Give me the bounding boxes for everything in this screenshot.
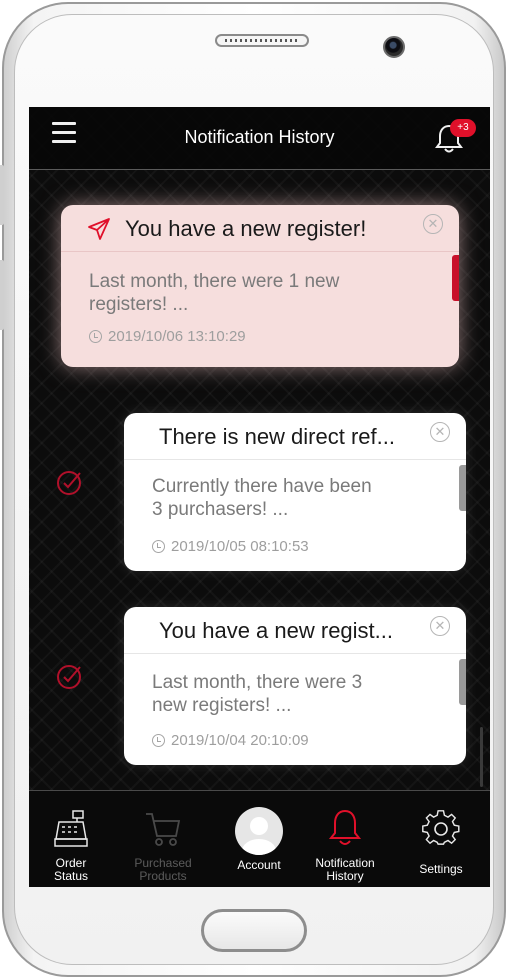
- volume-down-button: [0, 260, 4, 330]
- nav-label: Notification History: [315, 856, 375, 883]
- card-header: There is new direct ref... ✕: [124, 413, 466, 460]
- close-icon[interactable]: ✕: [423, 214, 443, 234]
- app-screen: Notification History +3 You have a new r…: [29, 107, 490, 887]
- nav-account[interactable]: Account: [219, 791, 299, 887]
- notification-body: Currently there have been 3 purchasers! …: [152, 476, 372, 520]
- card-side-tab: [452, 255, 459, 301]
- nav-label: Order Status: [53, 856, 89, 883]
- nav-settings[interactable]: Settings: [401, 791, 481, 887]
- page-title: Notification History: [184, 127, 335, 147]
- bottom-nav: Order Status Purchased Products Account: [29, 790, 490, 887]
- read-check-icon: [55, 467, 85, 497]
- notification-card[interactable]: You have a new regist... ✕ Last month, t…: [124, 607, 466, 765]
- nav-label: Purchased Products: [134, 856, 192, 883]
- notification-title: You have a new register!: [125, 216, 367, 241]
- nav-order-status[interactable]: Order Status: [31, 791, 111, 887]
- user-icon: [242, 817, 276, 855]
- close-icon[interactable]: ✕: [430, 616, 450, 636]
- notification-body: Last month, there were 3 new registers! …: [152, 672, 363, 716]
- clock-icon: [152, 734, 165, 747]
- volume-up-button: [0, 165, 4, 225]
- nav-notification-history[interactable]: Notification History: [305, 791, 385, 887]
- send-icon: [88, 218, 110, 240]
- notification-body: Last month, there were 1 new registers! …: [89, 271, 340, 315]
- avatar: [235, 807, 283, 855]
- notification-timestamp: 2019/10/05 08:10:53: [152, 538, 309, 555]
- notification-title: You have a new regist...: [159, 618, 394, 643]
- card-side-tab: [459, 659, 466, 705]
- nav-label: Account: [237, 858, 281, 872]
- notification-timestamp: 2019/10/06 13:10:29: [89, 328, 246, 345]
- bell-icon: [328, 809, 362, 845]
- nav-label: Settings: [419, 862, 463, 876]
- read-check-icon: [55, 661, 85, 691]
- card-header: You have a new register! ✕: [61, 205, 459, 252]
- nav-purchased-products[interactable]: Purchased Products: [123, 791, 203, 887]
- clock-icon: [152, 540, 165, 553]
- notification-card[interactable]: You have a new register! ✕ Last month, t…: [61, 205, 459, 367]
- home-button[interactable]: [201, 909, 307, 952]
- card-side-tab: [459, 465, 466, 511]
- notification-bell-button[interactable]: +3: [434, 119, 478, 159]
- notification-card[interactable]: There is new direct ref... ✕ Currently t…: [124, 413, 466, 571]
- gear-icon: [422, 810, 460, 845]
- notification-count-badge: +3: [450, 119, 476, 137]
- scrollbar[interactable]: [480, 727, 483, 787]
- notification-timestamp: 2019/10/04 20:10:09: [152, 732, 309, 749]
- top-bar: Notification History +3: [29, 107, 490, 170]
- close-icon[interactable]: ✕: [430, 422, 450, 442]
- clock-icon: [89, 330, 102, 343]
- shopping-cart-icon: [146, 813, 181, 846]
- front-camera: [383, 36, 405, 58]
- earpiece-speaker: [215, 34, 309, 47]
- cash-register-icon: [54, 810, 88, 847]
- notification-title: There is new direct ref...: [159, 424, 395, 449]
- card-header: You have a new regist... ✕: [124, 607, 466, 654]
